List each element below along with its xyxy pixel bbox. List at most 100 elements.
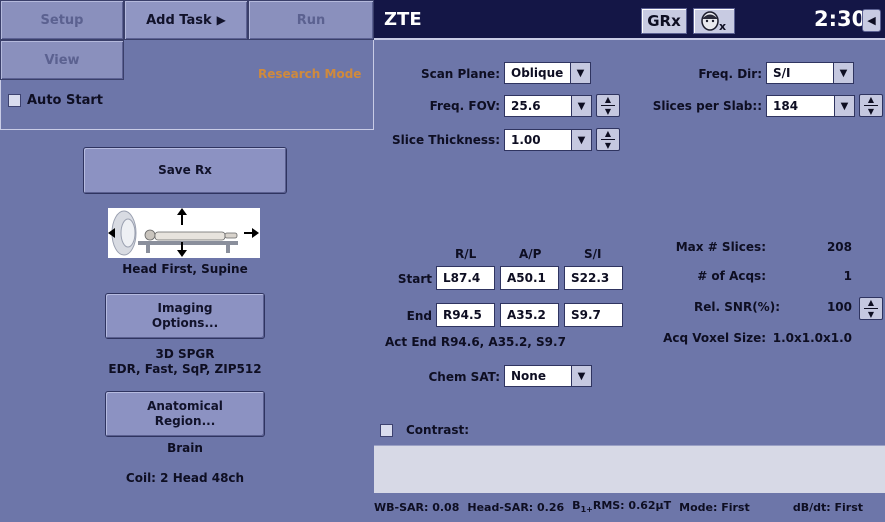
dbdt-text: dB/dt: First	[792, 500, 863, 514]
tab-run[interactable]: Run	[248, 0, 374, 40]
chevron-down-icon: ▼	[571, 96, 591, 116]
coil-label: Coil: 2 Head 48ch	[125, 471, 245, 485]
freq-fov-spinner[interactable]: ▲ ▼	[596, 94, 620, 117]
protocol-title: ZTE	[384, 9, 422, 30]
sequence-name: 3D SPGR	[155, 347, 215, 361]
save-rx-button[interactable]: Save Rx	[83, 147, 287, 194]
research-mode-label: Research Mode	[258, 67, 362, 81]
end-label: End	[406, 309, 432, 323]
caret-left-icon: ◀	[867, 14, 876, 27]
imaging-options-label: Imaging Options...	[151, 301, 219, 330]
start-si-field[interactable]: S22.3	[564, 266, 623, 290]
max-slices-value: 208	[826, 240, 852, 254]
down-arrow-icon: ▼	[867, 107, 875, 116]
up-arrow-icon: ▲	[867, 95, 875, 104]
down-arrow-icon: ▼	[604, 141, 612, 150]
svg-text:x: x	[719, 20, 726, 32]
b1rms-value: RMS: 0.62µT	[592, 499, 672, 513]
end-rl-field[interactable]: R94.5	[436, 303, 495, 327]
auto-start-toggle[interactable]: Auto Start	[8, 93, 103, 108]
contrast-toggle[interactable]: Contrast:	[380, 423, 469, 437]
patient-face-icon: x	[701, 11, 726, 32]
freq-dir-select[interactable]: S/I ▼	[766, 62, 854, 84]
rel-snr-spinner[interactable]: ▲ ▼	[859, 297, 883, 320]
region-value: Brain	[167, 441, 203, 455]
head-sar: Head-SAR: 0.26	[467, 500, 565, 514]
header-bar: ZTE	[374, 0, 885, 40]
tab-run-label: Run	[296, 12, 326, 28]
chem-sat-select[interactable]: None ▼	[504, 365, 592, 387]
freq-dir-value: S/I	[773, 66, 791, 80]
sequence-options: EDR, Fast, SqP, ZIP512	[108, 362, 262, 376]
patient-exit-button[interactable]: x	[693, 8, 735, 34]
col-rl-header: R/L	[455, 247, 477, 261]
max-slices-label: Max # Slices:	[675, 240, 766, 254]
chevron-down-icon: ▼	[834, 96, 854, 116]
rel-snr-value: 100	[826, 300, 852, 314]
anatomical-region-label: Anatomical Region...	[147, 399, 223, 428]
tab-view[interactable]: View	[0, 40, 124, 80]
up-arrow-icon: ▲	[867, 298, 875, 307]
end-ap-field[interactable]: A35.2	[500, 303, 559, 327]
grx-button[interactable]: GRx	[641, 8, 687, 34]
chem-sat-label: Chem SAT:	[428, 370, 501, 384]
freq-fov-value: 25.6	[511, 99, 541, 113]
contrast-checkbox[interactable]	[380, 423, 393, 437]
scan-plane-label: Scan Plane:	[420, 67, 500, 81]
chevron-down-icon: ▼	[571, 130, 591, 150]
num-acqs-value: 1	[843, 269, 852, 283]
freq-dir-label: Freq. Dir:	[698, 67, 762, 81]
slices-per-slab-label: Slices per Slab::	[652, 99, 762, 113]
b1rms-prefix: B	[572, 499, 581, 513]
chevron-down-icon: ▼	[570, 63, 590, 83]
freq-fov-label: Freq. FOV:	[429, 99, 500, 113]
col-ap-header: A/P	[519, 247, 542, 261]
slice-thickness-spinner[interactable]: ▲ ▼	[596, 128, 620, 151]
tab-add-task[interactable]: Add Task ▶	[124, 0, 248, 40]
chevron-down-icon: ▼	[571, 366, 591, 386]
slices-per-slab-value: 184	[773, 99, 799, 113]
contrast-panel	[374, 445, 885, 493]
slices-per-slab-spinner[interactable]: ▲ ▼	[859, 94, 883, 117]
start-rl-field[interactable]: L87.4	[436, 266, 495, 290]
scan-time: 2:30	[814, 7, 867, 31]
patient-position-label: Head First, Supine	[122, 262, 248, 276]
slice-thickness-select[interactable]: 1.00 ▼	[504, 129, 592, 151]
tab-view-label: View	[44, 52, 80, 68]
patient-on-table-icon	[108, 208, 259, 257]
slices-per-slab-select[interactable]: 184 ▼	[766, 95, 855, 117]
wb-sar: WB-SAR: 0.08	[374, 500, 460, 514]
tab-setup-label: Setup	[40, 12, 84, 28]
scan-plane-select[interactable]: Oblique ▼	[504, 62, 591, 84]
rel-snr-label: Rel. SNR(%):	[694, 300, 780, 314]
anatomical-region-button[interactable]: Anatomical Region...	[105, 391, 265, 437]
b1rms-subscript: 1+	[580, 505, 593, 515]
down-arrow-icon: ▼	[867, 310, 875, 319]
chem-sat-value: None	[511, 369, 546, 383]
collapse-button[interactable]: ◀	[862, 9, 881, 32]
tab-setup[interactable]: Setup	[0, 0, 124, 40]
up-arrow-icon: ▲	[604, 95, 612, 104]
start-label: Start	[397, 272, 432, 286]
voxel-size-value: 1.0x1.0x1.0	[772, 331, 852, 345]
slice-thickness-label: Slice Thickness:	[392, 133, 500, 147]
down-arrow-icon: ▼	[604, 107, 612, 116]
voxel-size-label: Acq Voxel Size:	[663, 331, 766, 345]
up-arrow-icon: ▲	[604, 129, 612, 138]
auto-start-label: Auto Start	[27, 93, 103, 108]
status-footer: WB-SAR: 0.08 Head-SAR: 0.26 B1+RMS: 0.62…	[374, 496, 885, 518]
b1rms: B1+RMS: 0.62µT	[572, 499, 671, 514]
col-si-header: S/I	[584, 247, 602, 261]
patient-position-image[interactable]	[108, 208, 260, 258]
act-end-text: Act End R94.6, A35.2, S9.7	[385, 335, 566, 349]
grx-label: GRx	[647, 12, 681, 30]
imaging-options-button[interactable]: Imaging Options...	[105, 293, 265, 339]
start-ap-field[interactable]: A50.1	[500, 266, 559, 290]
freq-fov-select[interactable]: 25.6 ▼	[504, 95, 592, 117]
mode-text: Mode: First	[679, 500, 750, 514]
auto-start-checkbox[interactable]	[8, 94, 21, 107]
num-acqs-label: # of Acqs:	[697, 269, 766, 283]
end-si-field[interactable]: S9.7	[564, 303, 623, 327]
slice-thickness-value: 1.00	[511, 133, 541, 147]
contrast-label: Contrast:	[406, 423, 470, 437]
